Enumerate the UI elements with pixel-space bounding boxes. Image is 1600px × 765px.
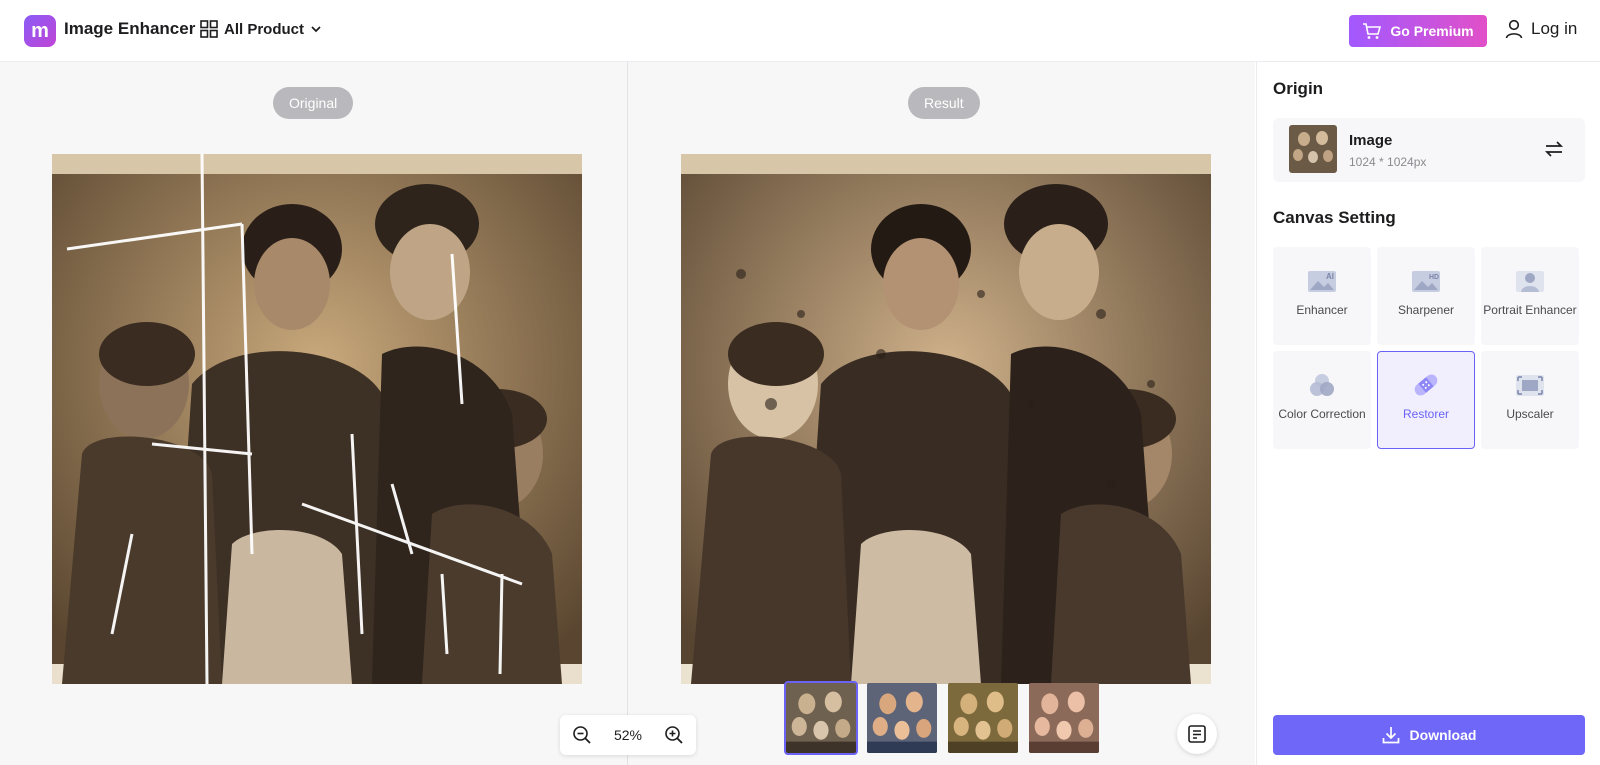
tool-upscaler[interactable]: Upscaler bbox=[1481, 351, 1579, 449]
settings-sidebar: Origin Image 1024 * 1024px Canvas Settin… bbox=[1256, 62, 1600, 765]
grid-icon bbox=[200, 20, 218, 38]
svg-text:AI: AI bbox=[1326, 272, 1334, 281]
result-thumbnails bbox=[784, 681, 1101, 755]
zoom-out-icon[interactable] bbox=[572, 725, 592, 745]
tool-label: Enhancer bbox=[1296, 303, 1348, 317]
tool-label: Upscaler bbox=[1506, 407, 1554, 421]
notes-icon bbox=[1188, 725, 1206, 743]
feedback-button[interactable] bbox=[1177, 714, 1217, 754]
tool-label: Restorer bbox=[1402, 407, 1449, 421]
logo-letter: m bbox=[31, 19, 49, 42]
top-header: m Image Enhancer All Product Go Premium … bbox=[0, 0, 1600, 62]
all-product-menu[interactable]: All Product bbox=[200, 20, 322, 38]
login-link[interactable]: Log in bbox=[1505, 19, 1577, 39]
original-label: Original bbox=[273, 87, 354, 119]
original-photo-image bbox=[52, 154, 582, 684]
swap-icon[interactable] bbox=[1543, 138, 1565, 160]
tool-label: Portrait Enhancer bbox=[1483, 303, 1577, 317]
result-thumbnail[interactable] bbox=[784, 681, 858, 755]
go-premium-button[interactable]: Go Premium bbox=[1349, 15, 1487, 47]
tool-enhancer[interactable]: AI Enhancer bbox=[1273, 247, 1371, 345]
origin-file-size: 1024 * 1024px bbox=[1349, 155, 1427, 169]
hd-image-icon: HD bbox=[1412, 271, 1440, 292]
zoom-level: 52% bbox=[613, 727, 643, 743]
app-logo[interactable]: m bbox=[24, 15, 56, 47]
bandage-icon bbox=[1414, 374, 1438, 396]
result-photo-image bbox=[681, 154, 1211, 684]
canvas-setting-title: Canvas Setting bbox=[1273, 208, 1396, 227]
original-photo bbox=[52, 154, 582, 684]
download-label: Download bbox=[1409, 727, 1477, 743]
ai-image-icon: AI bbox=[1308, 271, 1336, 292]
result-label: Result bbox=[908, 87, 980, 119]
tool-label: Sharpener bbox=[1397, 303, 1455, 317]
tool-sharpener[interactable]: HD Sharpener bbox=[1377, 247, 1475, 345]
download-button[interactable]: Download bbox=[1273, 715, 1585, 755]
user-icon bbox=[1505, 19, 1523, 39]
download-icon bbox=[1382, 727, 1399, 744]
origin-title: Origin bbox=[1273, 79, 1324, 98]
chevron-down-icon bbox=[311, 26, 321, 33]
tool-label: Color Correction bbox=[1278, 407, 1366, 421]
tool-color-correction[interactable]: Color Correction bbox=[1273, 351, 1371, 449]
result-pane: Result bbox=[628, 62, 1255, 765]
svg-text:HD: HD bbox=[1429, 274, 1439, 281]
zoom-in-icon[interactable] bbox=[664, 725, 684, 745]
zoom-control: 52% bbox=[560, 715, 696, 755]
result-photo bbox=[681, 154, 1211, 684]
origin-thumbnail bbox=[1289, 125, 1337, 173]
tool-grid: AI Enhancer HD Sharpener Portrait Enhanc… bbox=[1273, 247, 1585, 449]
origin-card: Image 1024 * 1024px bbox=[1273, 118, 1585, 182]
all-product-label: All Product bbox=[224, 20, 305, 38]
original-pane: Original bbox=[0, 62, 627, 765]
app-title: Image Enhancer bbox=[64, 19, 196, 38]
login-label: Log in bbox=[1531, 19, 1578, 38]
tool-portrait-enhancer[interactable]: Portrait Enhancer bbox=[1481, 247, 1579, 345]
result-thumbnail[interactable] bbox=[946, 681, 1020, 755]
upscale-icon bbox=[1516, 375, 1544, 396]
cart-icon bbox=[1363, 23, 1382, 39]
tool-restorer[interactable]: Restorer bbox=[1377, 351, 1475, 449]
go-premium-label: Go Premium bbox=[1390, 23, 1474, 39]
portrait-icon bbox=[1516, 271, 1544, 292]
origin-file-name: Image bbox=[1349, 132, 1393, 149]
result-thumbnail[interactable] bbox=[865, 681, 939, 755]
result-thumbnail[interactable] bbox=[1027, 681, 1101, 755]
color-circles-icon bbox=[1310, 374, 1334, 396]
